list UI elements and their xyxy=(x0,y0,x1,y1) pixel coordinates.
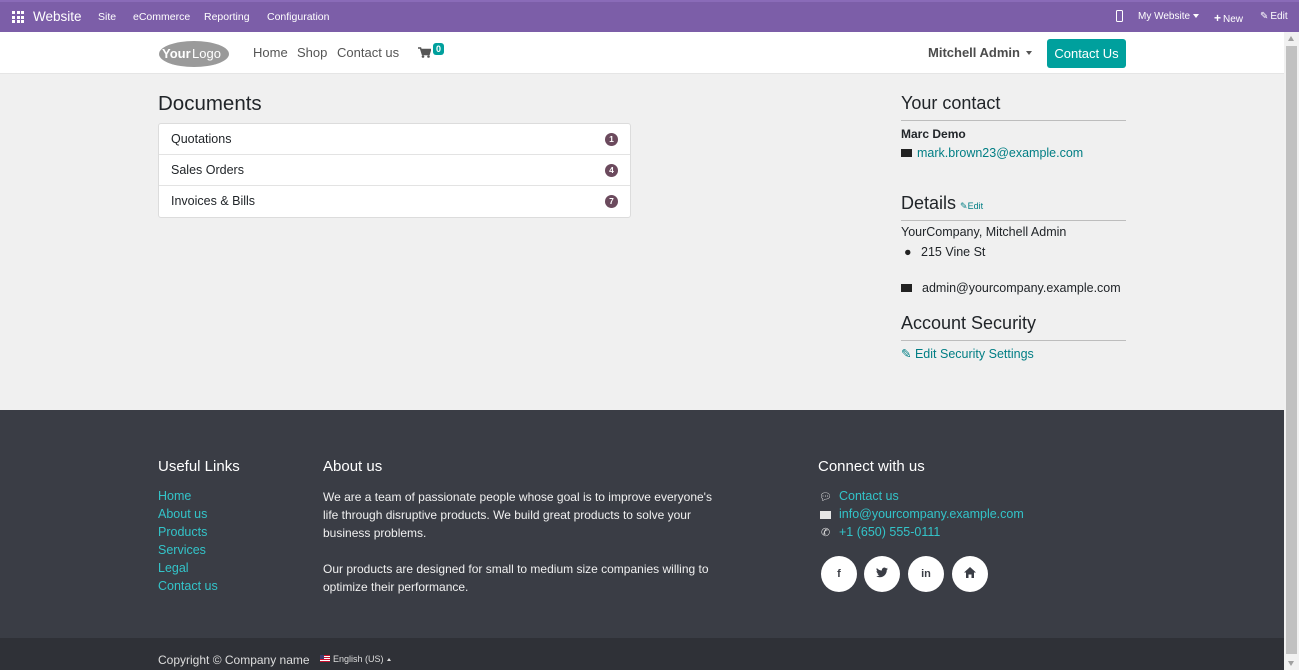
account-security-section: Account Security ✎ Edit Security Setting… xyxy=(901,313,1126,361)
documents-title: Documents xyxy=(158,92,262,115)
details-edit-label: Edit xyxy=(967,201,984,211)
document-label: Invoices & Bills xyxy=(171,194,256,208)
plus-icon: + xyxy=(1214,11,1222,25)
home-icon[interactable] xyxy=(952,556,988,592)
footer-link-home[interactable]: Home xyxy=(158,489,191,503)
website-header: Your Logo Home Shop Contact us 0 Mitchel… xyxy=(0,32,1284,74)
connect-phone-link[interactable]: +1 (650) 555-0111 xyxy=(839,525,940,539)
scroll-up-arrow-icon[interactable] xyxy=(1288,36,1294,41)
details-header: Details ✎Edit xyxy=(901,193,1126,221)
document-item-sales-orders[interactable]: Sales Orders 4 xyxy=(159,155,630,186)
nav-shop[interactable]: Shop xyxy=(297,45,327,60)
nav-home[interactable]: Home xyxy=(253,45,288,60)
contact-us-button[interactable]: Contact Us xyxy=(1047,39,1126,68)
mobile-preview-icon[interactable] xyxy=(1116,10,1123,22)
logo-text-logo: Logo xyxy=(192,46,221,61)
envelope-icon xyxy=(820,511,831,519)
contact-email-row: mark.brown23@example.com xyxy=(901,146,1126,160)
apps-menu-icon[interactable] xyxy=(12,11,24,23)
nav-contact-us[interactable]: Contact us xyxy=(337,45,399,60)
new-label: New xyxy=(1223,14,1244,25)
edit-button[interactable]: ✎ Edit xyxy=(1260,11,1288,22)
site-footer: Useful Links Home About us Products Serv… xyxy=(0,410,1284,638)
details-address-row: ● 215 Vine St xyxy=(901,245,1126,259)
details-email-row: admin@yourcompany.example.com xyxy=(901,281,1126,295)
account-security-title: Account Security xyxy=(901,313,1126,341)
vertical-scrollbar[interactable] xyxy=(1284,32,1299,670)
menu-site[interactable]: Site xyxy=(98,11,116,23)
about-us-paragraph-2: Our products are designed for small to m… xyxy=(323,562,709,594)
copyright-text: Copyright © Company name xyxy=(158,653,310,667)
footer-link-about-us[interactable]: About us xyxy=(158,507,207,521)
scroll-down-arrow-icon[interactable] xyxy=(1288,661,1294,666)
details-section: Details ✎Edit YourCompany, Mitchell Admin… xyxy=(901,193,1126,295)
edit-security-link[interactable]: ✎ Edit Security Settings xyxy=(901,346,1126,361)
comment-icon: 💬︎ xyxy=(819,492,832,503)
connect-email-link[interactable]: info@yourcompany.example.com xyxy=(839,507,1024,521)
map-marker-icon: ● xyxy=(904,245,912,259)
cart-count-badge: 0 xyxy=(433,43,445,55)
document-count-badge: 4 xyxy=(605,164,618,177)
menu-reporting[interactable]: Reporting xyxy=(204,11,250,23)
shopping-cart-icon[interactable] xyxy=(418,47,431,58)
new-button[interactable]: + New xyxy=(1214,11,1243,25)
my-website-label: My Website xyxy=(1138,11,1191,22)
envelope-icon xyxy=(901,149,912,157)
useful-links-title: Useful Links xyxy=(158,458,240,475)
connect-title: Connect with us xyxy=(818,458,925,475)
company-logo[interactable]: Your Logo xyxy=(157,39,229,68)
footer-link-contact-us[interactable]: Contact us xyxy=(158,579,218,593)
document-count-badge: 1 xyxy=(605,133,618,146)
document-item-quotations[interactable]: Quotations 1 xyxy=(159,124,630,155)
language-selector[interactable]: English (US) xyxy=(320,654,391,664)
envelope-icon xyxy=(901,284,912,292)
us-flag-icon xyxy=(320,655,330,662)
phone-icon: ✆ xyxy=(821,527,831,539)
documents-list: Quotations 1 Sales Orders 4 Invoices & B… xyxy=(158,123,631,218)
edit-security-label: Edit Security Settings xyxy=(914,347,1034,361)
document-item-invoices-bills[interactable]: Invoices & Bills 7 xyxy=(159,186,630,217)
user-name: Mitchell Admin xyxy=(928,45,1020,60)
language-label: English (US) xyxy=(333,654,384,664)
details-company: YourCompany, Mitchell Admin xyxy=(901,225,1067,239)
linkedin-icon[interactable]: in xyxy=(908,556,944,592)
footer-link-products[interactable]: Products xyxy=(158,525,207,539)
about-us-paragraph-1: We are a team of passionate people whose… xyxy=(323,490,712,540)
logo-text-your: Your xyxy=(162,46,191,61)
your-contact-title: Your contact xyxy=(901,93,1126,121)
contact-email-link[interactable]: mark.brown23@example.com xyxy=(917,146,1083,160)
scrollbar-thumb[interactable] xyxy=(1286,46,1297,654)
chevron-up-icon xyxy=(386,658,391,661)
connect-contact-link[interactable]: Contact us xyxy=(839,489,899,503)
document-label: Sales Orders xyxy=(171,163,244,177)
about-us-title: About us xyxy=(323,458,383,475)
document-count-badge: 7 xyxy=(605,195,618,208)
details-title: Details xyxy=(901,193,957,213)
details-address: 215 Vine St xyxy=(921,245,986,259)
details-edit-link[interactable]: ✎Edit xyxy=(960,201,983,211)
copyright-bar: Copyright © Company name English (US) xyxy=(0,638,1284,670)
edit-label: Edit xyxy=(1270,11,1288,22)
chevron-down-icon xyxy=(1193,14,1200,18)
footer-link-services[interactable]: Services xyxy=(158,543,206,557)
admin-navbar: Website Site eCommerce Reporting Configu… xyxy=(0,0,1299,32)
footer-link-legal[interactable]: Legal xyxy=(158,561,189,575)
user-dropdown[interactable]: Mitchell Admin xyxy=(928,45,1032,60)
menu-configuration[interactable]: Configuration xyxy=(267,11,329,23)
document-label: Quotations xyxy=(171,132,232,146)
facebook-icon[interactable]: f xyxy=(821,556,857,592)
details-email: admin@yourcompany.example.com xyxy=(922,281,1121,295)
contact-name: Marc Demo xyxy=(901,127,966,141)
pencil-icon: ✎ xyxy=(1260,11,1269,22)
menu-ecommerce[interactable]: eCommerce xyxy=(133,11,190,23)
my-website-dropdown[interactable]: My Website xyxy=(1138,11,1200,22)
chevron-down-icon xyxy=(1025,51,1032,55)
twitter-icon[interactable] xyxy=(864,556,900,592)
pencil-icon: ✎ xyxy=(960,201,968,211)
pencil-icon: ✎ xyxy=(901,347,912,361)
app-brand[interactable]: Website xyxy=(33,9,82,24)
your-contact-section: Your contact Marc Demo mark.brown23@exam… xyxy=(901,93,1126,160)
